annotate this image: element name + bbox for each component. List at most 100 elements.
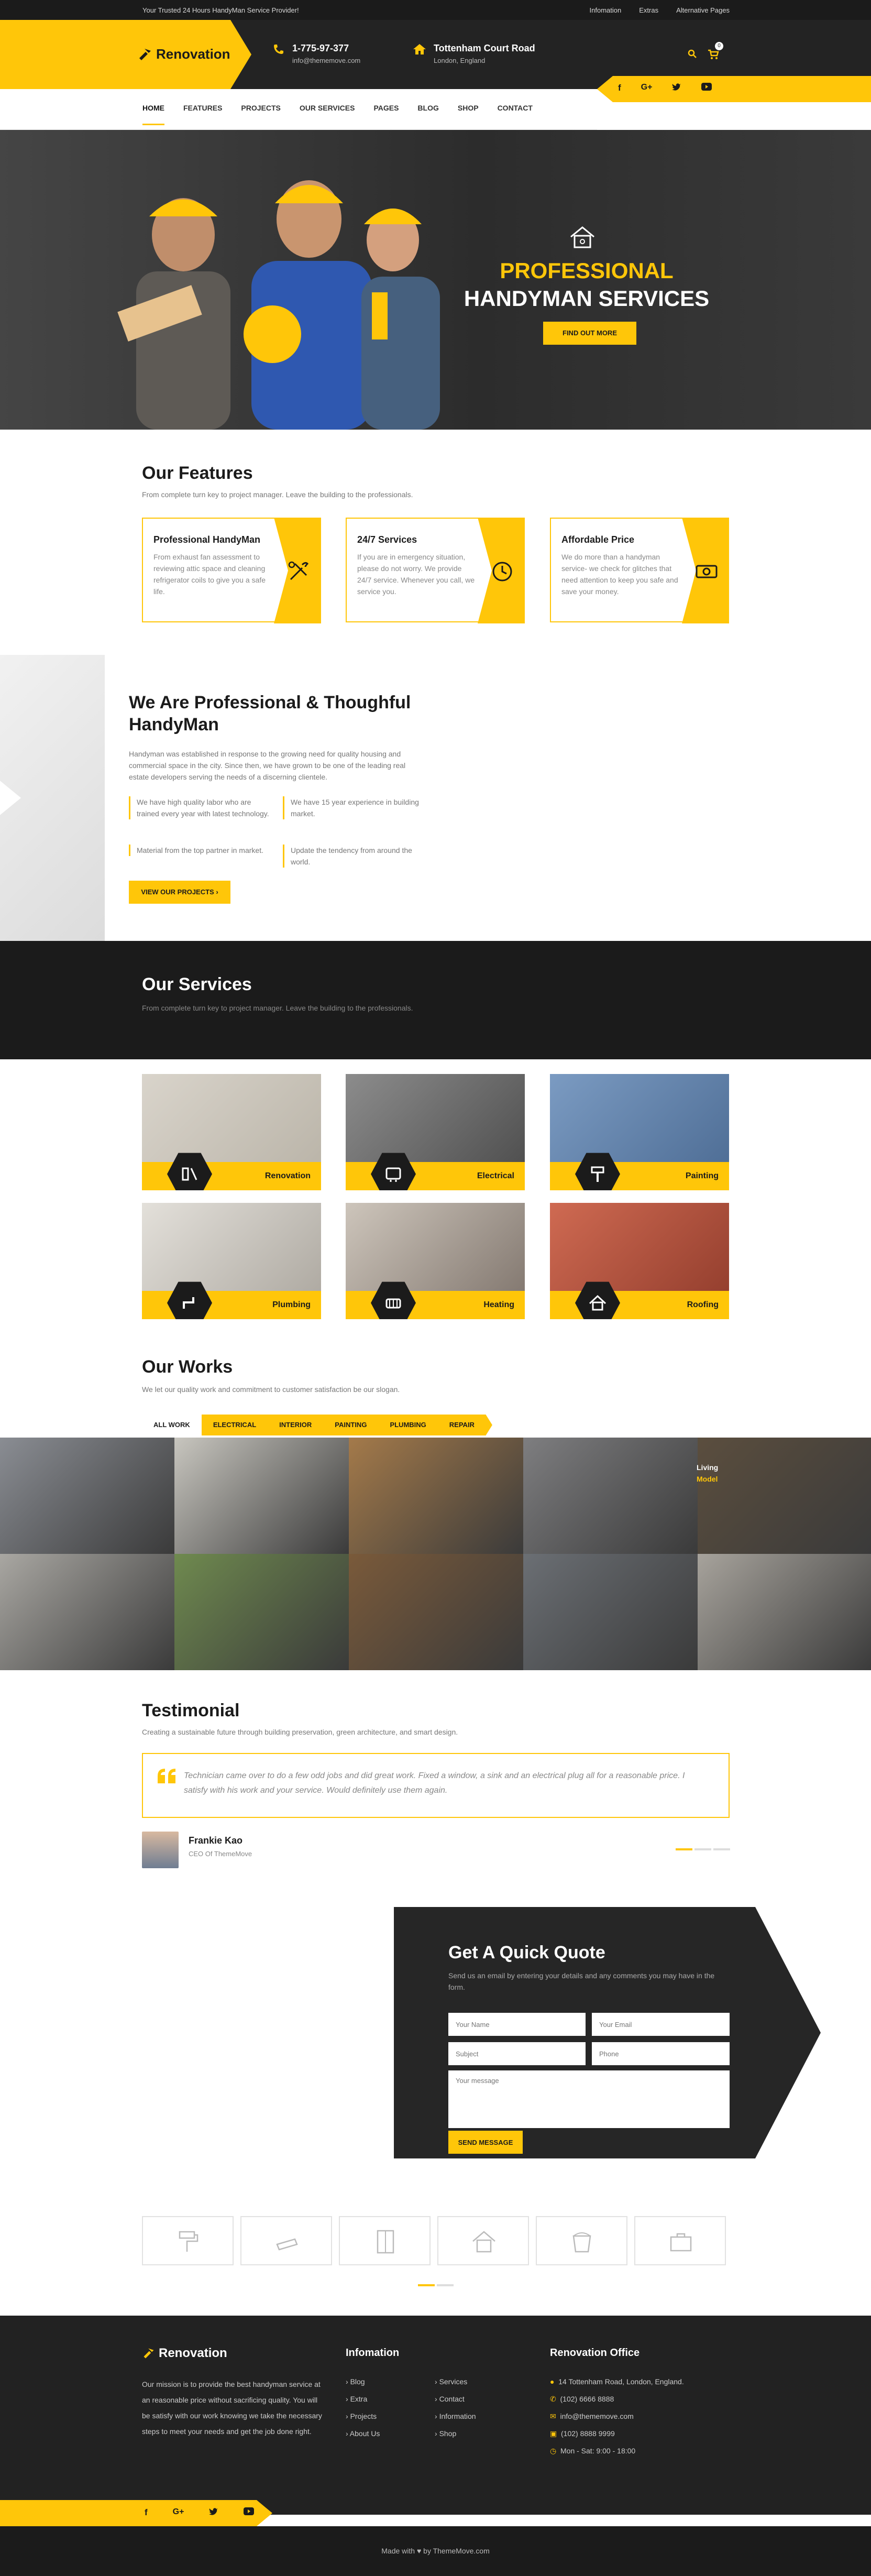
feature-card-247[interactable]: 24/7 Services If you are in emergency si… [346,518,525,623]
work-photo[interactable] [0,1554,174,1670]
work-photo[interactable] [523,1554,698,1670]
testimonial-pager[interactable] [676,1848,730,1850]
youtube-icon[interactable] [701,83,712,93]
name-input[interactable] [448,2013,586,2036]
top-link-alternative-pages[interactable]: Alternative Pages [676,6,730,14]
main-nav: HOME FEATURES PROJECTS OUR SERVICES PAGE… [0,89,597,130]
service-card[interactable]: Plumbing [142,1203,321,1319]
footer-about: Our mission is to provide the best handy… [142,2380,322,2436]
logo[interactable]: Renovation [137,46,230,62]
work-photo[interactable] [174,1554,349,1670]
cart-icon[interactable]: 0 [708,42,723,60]
filter-all-work[interactable]: ALL WORK [142,1415,202,1435]
office-fax: ▣ (102) 8888 9999 [550,2429,615,2438]
nav-blog[interactable]: BLOG [417,104,438,125]
nav-shop[interactable]: SHOP [458,104,479,125]
service-card[interactable]: Heating [346,1203,525,1319]
service-label: Renovation [264,1171,311,1180]
footer-link[interactable]: › Information [435,2408,476,2425]
service-card[interactable]: Painting [550,1074,729,1190]
email-input[interactable] [592,2013,730,2036]
work-photo[interactable] [698,1554,871,1670]
top-link-information[interactable]: Infomation [590,6,622,14]
client-logo[interactable] [536,2216,627,2265]
features-title: Our Features [142,463,253,483]
youtube-icon[interactable] [244,2507,255,2518]
nav-pages[interactable]: PAGES [373,104,399,125]
service-label: Roofing [687,1300,719,1309]
overlay-line: Living [697,1463,719,1472]
work-photo[interactable] [349,1554,523,1670]
client-logo[interactable] [142,2216,234,2265]
services-title: Our Services [142,974,252,994]
email-address[interactable]: info@thememove.com [292,57,360,64]
hero-workers-image [100,161,445,430]
client-logo[interactable] [240,2216,332,2265]
top-link-extras[interactable]: Extras [639,6,658,14]
office-phone[interactable]: ✆ (102) 6666 8888 [550,2391,684,2408]
logo-text: Renovation [156,46,230,62]
testimonial-box: Technician came over to do a few odd job… [142,1753,730,1818]
service-card[interactable]: Roofing [550,1203,729,1319]
footer-links-right: › Services › Contact › Information › Sho… [435,2373,476,2442]
client-logo[interactable] [339,2216,431,2265]
footer-link[interactable]: › Blog [346,2373,380,2391]
work-photo[interactable] [174,1438,349,1554]
nav-home[interactable]: HOME [142,104,164,125]
twitter-icon[interactable] [209,2507,218,2518]
facebook-icon[interactable]: f [145,2507,148,2518]
send-message-button[interactable]: SEND MESSAGE [448,2131,523,2154]
service-label: Electrical [477,1171,514,1180]
filter-painting[interactable]: PAINTING [323,1415,379,1435]
footer-link[interactable]: › Extra [346,2391,380,2408]
footer-link[interactable]: › Projects [346,2408,380,2425]
fax-icon: ▣ [550,2429,557,2438]
google-plus-icon[interactable]: G+ [173,2507,184,2518]
subject-input[interactable] [448,2042,586,2065]
feature-card-price[interactable]: Affordable Price We do more than a handy… [550,518,729,623]
footer-link[interactable]: › Services [435,2373,476,2391]
service-card[interactable]: Electrical [346,1074,525,1190]
about-title: We Are Professional & Thoughful HandyMan [129,693,411,735]
footer-logo[interactable]: Renovation [142,2346,227,2361]
phone-input[interactable] [592,2042,730,2065]
nav-features[interactable]: FEATURES [183,104,222,125]
hero-title-2: HANDYMAN SERVICES [464,286,710,311]
filter-plumbing[interactable]: PLUMBING [378,1415,438,1435]
work-photo[interactable] [349,1438,523,1554]
nav-our-services[interactable]: OUR SERVICES [300,104,355,125]
office-email[interactable]: ✉ info@thememove.com [550,2408,684,2425]
feature-card-professional[interactable]: Professional HandyMan From exhaust fan a… [142,518,321,623]
google-plus-icon[interactable]: G+ [641,83,653,93]
tools-icon [286,560,311,584]
footer-link[interactable]: › Shop [435,2425,476,2442]
work-photo[interactable] [523,1438,698,1554]
nav-contact[interactable]: CONTACT [498,104,533,125]
find-out-more-button[interactable]: FIND OUT MORE [543,322,636,345]
nav-projects[interactable]: PROJECTS [241,104,280,125]
twitter-icon[interactable] [672,83,681,93]
filter-interior[interactable]: INTERIOR [268,1415,324,1435]
quote-subtitle: Send us an email by entering your detail… [448,1971,715,1991]
client-logo[interactable] [634,2216,726,2265]
filter-electrical[interactable]: ELECTRICAL [201,1415,268,1435]
clients-pager[interactable] [418,2284,454,2286]
view-projects-button[interactable]: VIEW OUR PROJECTS › [129,881,230,904]
work-photo[interactable] [0,1438,174,1554]
phone-number[interactable]: 1-775-97-377 [292,43,360,54]
work-photo[interactable] [698,1438,871,1554]
footer-info-title: Infomation [346,2347,400,2359]
facebook-icon[interactable]: f [618,83,621,93]
filter-repair[interactable]: REPAIR [437,1415,492,1435]
feature-title: Affordable Price [561,534,635,545]
footer-link[interactable]: › Contact [435,2391,476,2408]
service-card[interactable]: Renovation [142,1074,321,1190]
client-logo[interactable] [437,2216,529,2265]
hero-banner: PROFESSIONAL HANDYMAN SERVICES FIND OUT … [0,130,871,430]
testimonial-name: Frankie Kao [189,1835,243,1846]
search-icon[interactable] [688,49,697,60]
footer-link[interactable]: › About Us [346,2425,380,2442]
message-input[interactable] [448,2070,730,2128]
mail-icon: ✉ [550,2412,556,2420]
feature-title: Professional HandyMan [153,534,261,545]
